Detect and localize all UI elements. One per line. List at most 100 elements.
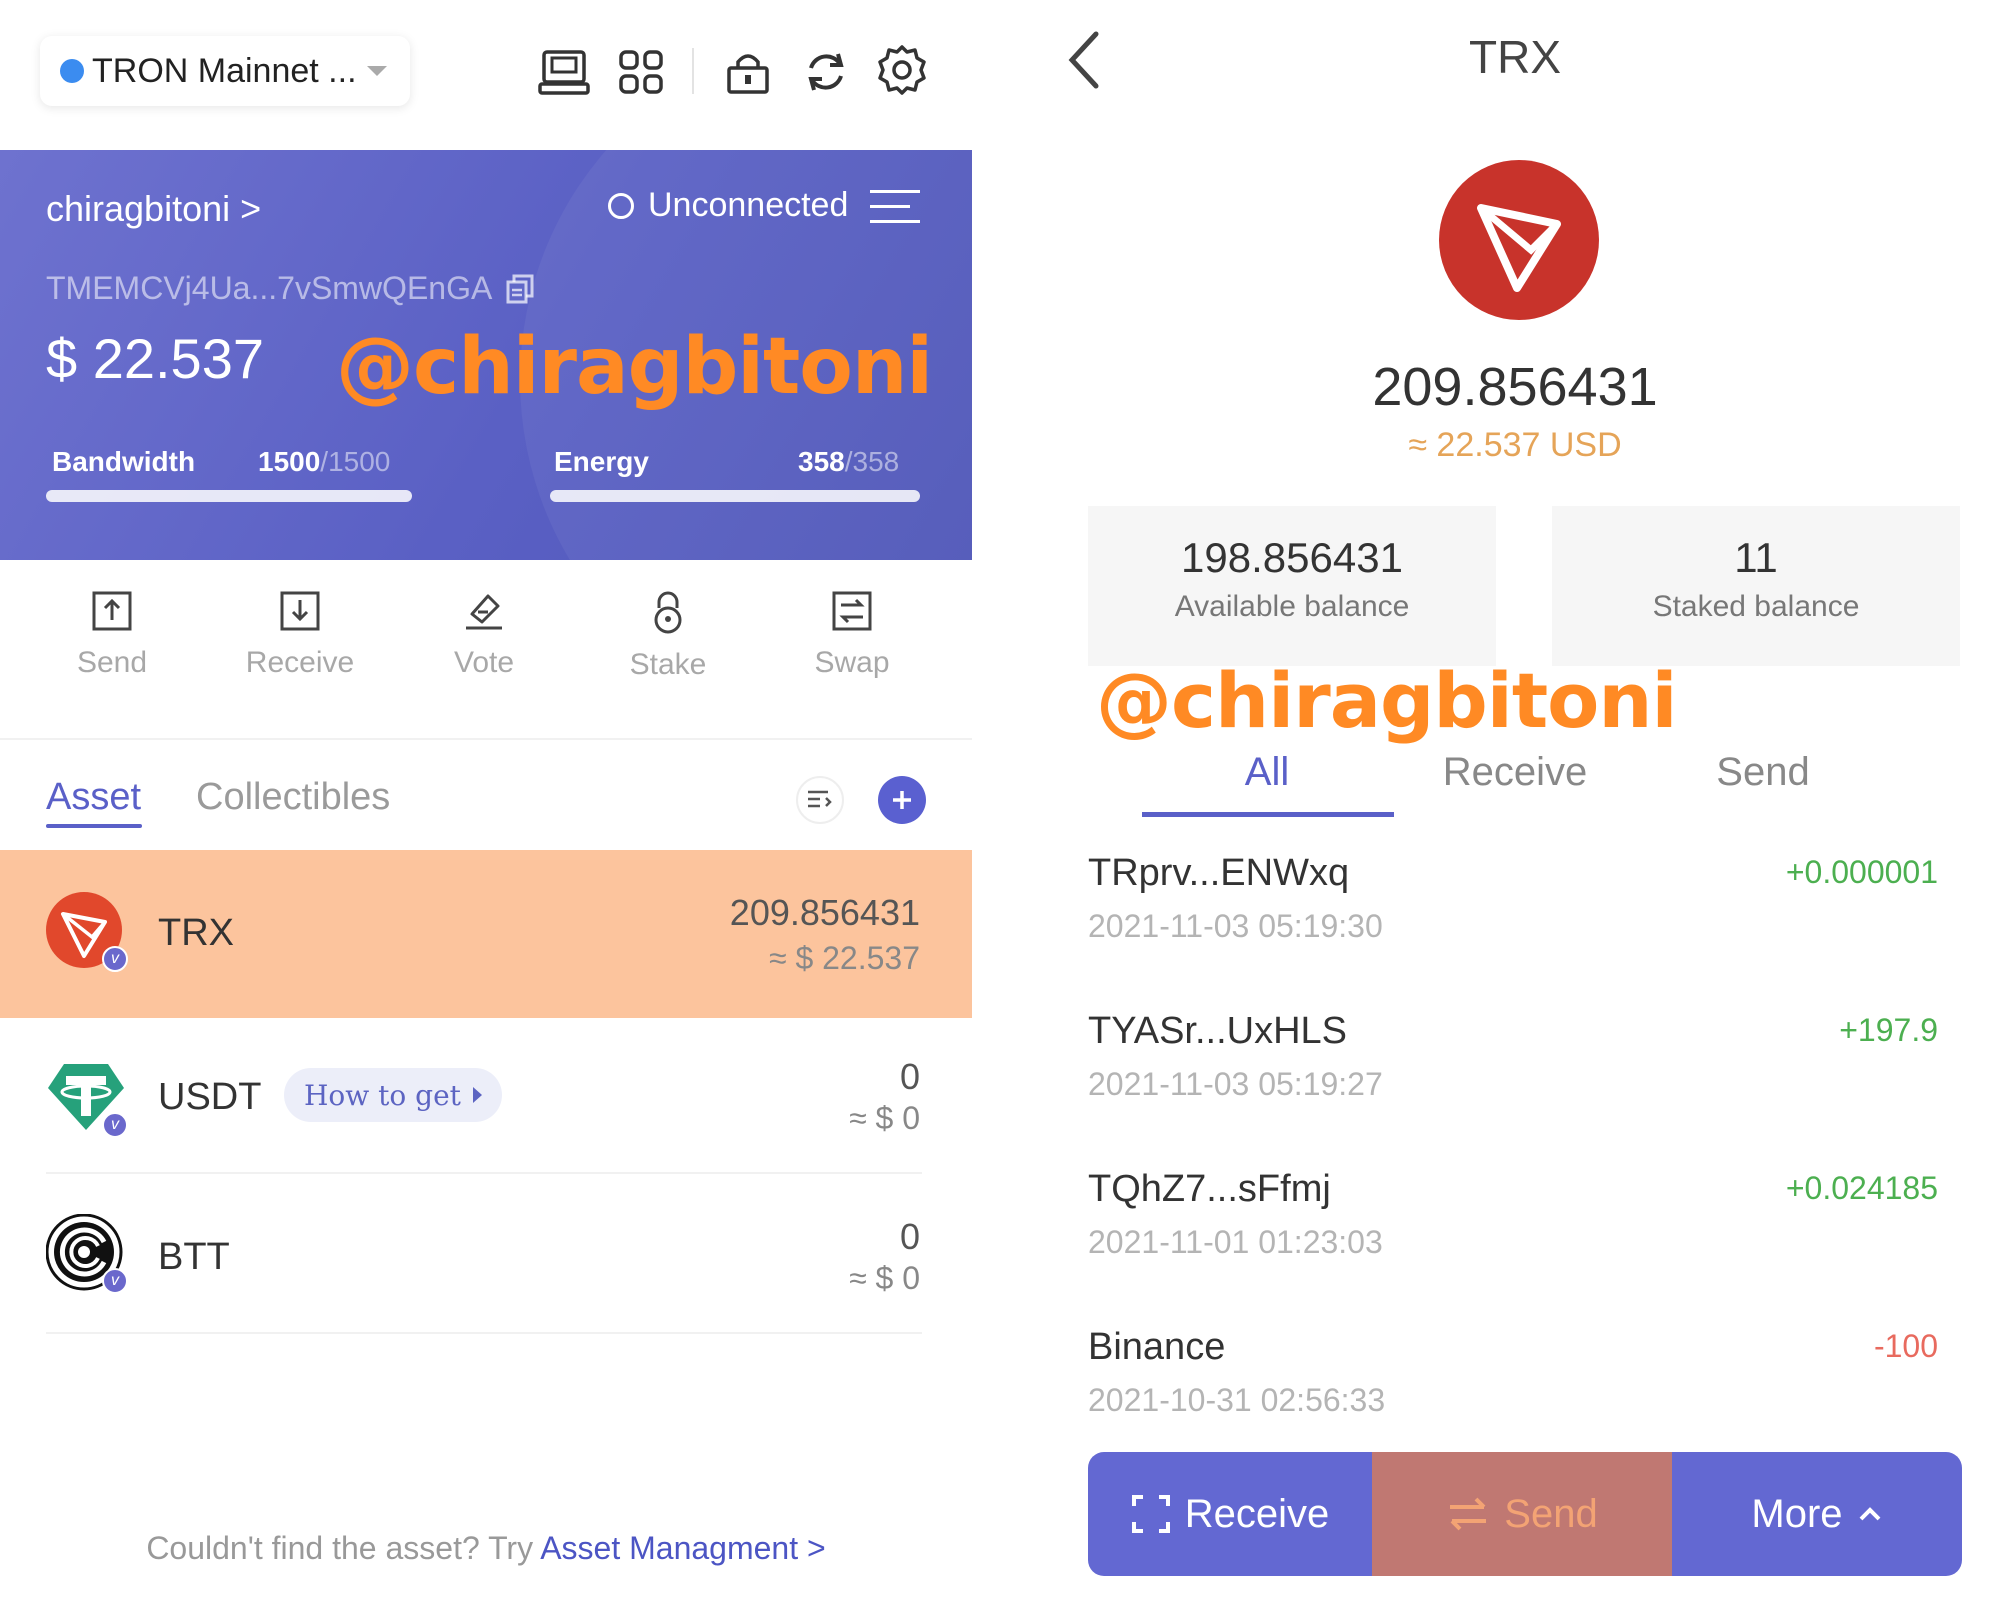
lock-icon[interactable]: [720, 44, 776, 100]
verified-badge-icon: v: [102, 1112, 128, 1138]
connection-status[interactable]: Unconnected: [608, 186, 848, 225]
scan-icon: [1131, 1495, 1170, 1533]
tab-active-indicator: [46, 824, 142, 828]
trx-logo-icon: v: [46, 892, 128, 972]
asset-management-link[interactable]: Asset Managment >: [540, 1530, 825, 1566]
bottom-action-bar: Receive Send More: [1088, 1452, 1962, 1576]
bandwidth-label: Bandwidth: [52, 446, 196, 477]
tab-all[interactable]: All: [1142, 750, 1392, 795]
available-balance-label: Available balance: [1174, 590, 1410, 623]
asset-row-trx[interactable]: v TRX 209.856431 ≈ $ 22.537: [0, 850, 972, 1018]
available-balance-card: 198.856431 Available balance: [1088, 506, 1496, 666]
chevron-up-icon: [1859, 1507, 1880, 1521]
bandwidth-value: 1500/1500: [258, 446, 391, 477]
add-token-button[interactable]: [878, 776, 926, 824]
asset-symbol: USDT: [158, 1076, 262, 1118]
total-balance: $ 22.537: [46, 327, 264, 390]
transfer-arrows-icon: [1450, 1497, 1487, 1531]
vote-action-button[interactable]: Vote: [414, 590, 554, 680]
connection-status-label: Unconnected: [648, 186, 849, 224]
refresh-icon[interactable]: [798, 44, 854, 100]
gear-icon[interactable]: [874, 42, 930, 98]
asset-symbol: BTT: [158, 1236, 230, 1278]
section-divider: [0, 738, 972, 740]
receive-action-button[interactable]: Receive: [230, 590, 370, 680]
send-button[interactable]: Send: [1372, 1452, 1672, 1576]
menu-icon[interactable]: [870, 190, 920, 235]
network-name: TRON Mainnet ...: [92, 51, 357, 90]
btt-logo-icon: v: [46, 1214, 128, 1294]
tx-address: TRprv...ENWxq: [1088, 852, 1350, 894]
tab-receive[interactable]: Receive: [1390, 750, 1640, 795]
tab-collectibles[interactable]: Collectibles: [196, 776, 390, 819]
tab-active-indicator: [1142, 812, 1394, 817]
status-ring-icon: [608, 192, 634, 219]
swap-icon: [832, 591, 872, 631]
send-button-label: Send: [1504, 1491, 1598, 1536]
asset-row-btt[interactable]: v BTT 0 ≈ $ 0: [0, 1178, 972, 1338]
send-action-button[interactable]: Send: [42, 590, 182, 680]
watermark-text: @chiragbitoni: [1096, 656, 1678, 745]
swap-action-button[interactable]: Swap: [782, 590, 922, 680]
stake-lock-icon: [654, 591, 682, 634]
sort-list-icon[interactable]: [796, 776, 844, 824]
transaction-row[interactable]: TQhZ7...sFfmj 2021-11-01 01:23:03 +0.024…: [1088, 1164, 1938, 1284]
wallet-address-text: TMEMCVj4Ua...7vSmwQEnGA: [46, 270, 493, 306]
apps-grid-icon[interactable]: [613, 44, 669, 100]
play-arrow-icon: [472, 1087, 482, 1103]
watermark-text: @chiragbitoni: [336, 322, 933, 412]
tx-address: TYASr...UxHLS: [1088, 1010, 1348, 1052]
action-bar: Send Receive Vote Stake Swap: [40, 590, 940, 710]
toolbar-divider: [692, 48, 694, 94]
wallet-address: TMEMCVj4Ua...7vSmwQEnGA: [46, 270, 534, 307]
network-status-dot: [60, 59, 84, 83]
asset-hint: Couldn't find the asset? Try Asset Manag…: [0, 1530, 972, 1567]
asset-amount: 0: [899, 1216, 920, 1257]
staked-balance-card[interactable]: 11 Staked balance: [1552, 506, 1960, 666]
receive-button[interactable]: Receive: [1088, 1452, 1372, 1576]
asset-usd-value: ≈ $ 22.537: [768, 940, 920, 976]
plus-icon: [893, 791, 911, 809]
tab-asset[interactable]: Asset: [46, 776, 141, 819]
token-balance: 209.856431: [1372, 357, 1658, 417]
receive-button-label: Receive: [1184, 1491, 1330, 1536]
wallet-home-panel: TRON Mainnet ... chiragbitoni > Unconnec…: [0, 0, 972, 1600]
tx-amount: -100: [1873, 1328, 1938, 1364]
vote-icon: [466, 594, 502, 630]
transaction-row[interactable]: Binance 2021-10-31 02:56:33 -100: [1088, 1322, 1938, 1442]
transaction-row[interactable]: TYASr...UxHLS 2021-11-03 05:19:27 +197.9: [1088, 1006, 1938, 1126]
bandwidth-bar: [46, 490, 412, 502]
transaction-row[interactable]: TRprv...ENWxq 2021-11-03 05:19:30 +0.000…: [1088, 848, 1938, 968]
more-button-label: More: [1751, 1491, 1843, 1536]
how-to-get-label: How to get: [304, 1078, 461, 1112]
stake-action-button[interactable]: Stake: [598, 590, 738, 682]
tx-amount: +0.000001: [1785, 854, 1938, 890]
send-upload-icon: [92, 591, 132, 631]
send-action-label: Send: [76, 646, 148, 679]
asset-amount: 209.856431: [729, 892, 920, 933]
tab-send[interactable]: Send: [1638, 750, 1888, 795]
device-icon[interactable]: [536, 44, 592, 100]
asset-amount: 0: [899, 1056, 920, 1097]
energy-value: 358/358: [798, 446, 900, 477]
chevron-down-icon: [366, 66, 387, 76]
asset-hint-text: Couldn't find the asset? Try: [146, 1530, 541, 1566]
receive-action-label: Receive: [245, 646, 355, 679]
tx-address: TQhZ7...sFfmj: [1088, 1168, 1331, 1210]
usdt-logo-icon: v: [46, 1058, 128, 1138]
asset-symbol: TRX: [158, 912, 234, 954]
asset-usd-value: ≈ $ 0: [849, 1260, 920, 1296]
account-name[interactable]: chiragbitoni >: [46, 188, 261, 230]
account-card: chiragbitoni > Unconnected TMEMCVj4Ua...…: [0, 150, 972, 560]
row-divider: [46, 1332, 922, 1334]
copy-icon[interactable]: [506, 274, 534, 304]
tx-address: Binance: [1088, 1326, 1226, 1368]
more-button[interactable]: More: [1672, 1452, 1962, 1576]
staked-balance-label: Staked balance: [1652, 590, 1860, 623]
how-to-get-button[interactable]: How to get: [284, 1068, 502, 1122]
stake-action-label: Stake: [629, 648, 707, 681]
energy-bar: [550, 490, 920, 502]
network-selector[interactable]: TRON Mainnet ...: [40, 36, 410, 106]
tx-time: 2021-11-03 05:19:27: [1088, 1066, 1383, 1102]
staked-balance-value: 11: [1734, 534, 1778, 581]
